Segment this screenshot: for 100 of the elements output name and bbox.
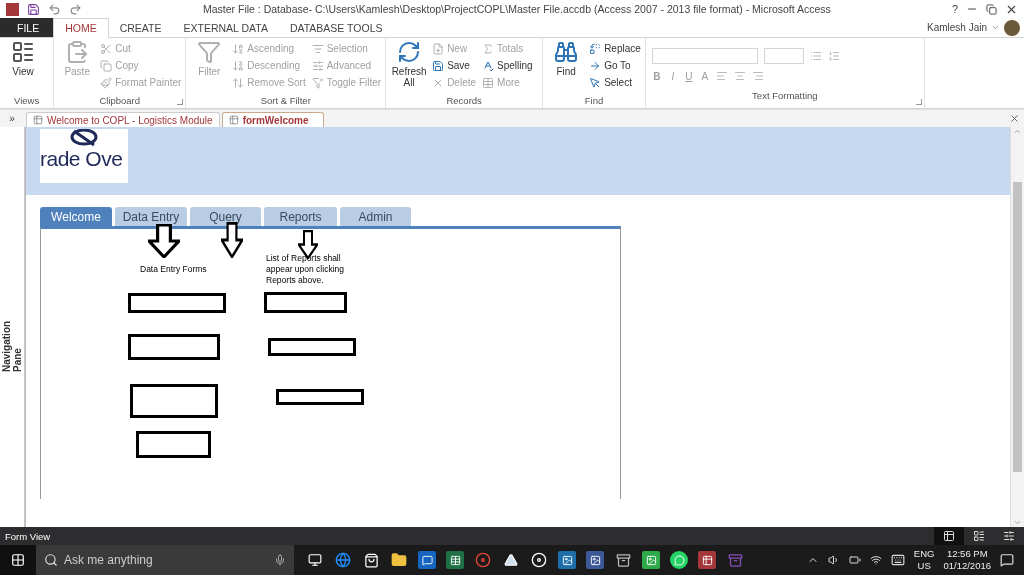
group-label: Sort & Filter [259,95,312,108]
replace-icon [589,42,602,55]
document-tab[interactable]: formWelcome [221,112,324,127]
user-name[interactable]: Kamlesh Jain [926,22,987,33]
scrollbar[interactable] [1010,127,1024,527]
ribbon-button[interactable]: Refresh All [390,40,429,95]
undo-icon[interactable] [48,2,61,16]
redo-icon[interactable] [69,2,82,16]
label: Data Entry Forms [140,264,207,275]
window-title: Master File : Database- C:\Users\Kamlesh\Desktop\ProjectCOPL\Master File.accdb (Access 2007 - 2013 file format) - Microsoft Access [202,3,832,15]
task-view-icon[interactable] [306,551,324,569]
ribbon-tab[interactable]: HOME [53,18,109,38]
form-icon [33,115,43,125]
binoculars-icon [554,40,579,64]
group-label: Text Formatting [751,90,819,103]
ribbon-button[interactable]: Spelling [482,57,533,74]
expand-pane-button[interactable]: » [0,113,24,124]
ribbon-button[interactable]: Go To [589,57,641,74]
clipboard-icon [65,40,90,64]
copy-icon [100,59,113,72]
scissors-icon [100,42,113,55]
navigation-pane[interactable]: Navigation Pane [0,127,25,527]
folder-icon[interactable] [390,551,408,569]
new-record-icon [432,42,445,55]
ribbon-tab[interactable]: DATABASE TOOLS [278,18,394,37]
language-indicator[interactable]: ENG US [913,548,935,572]
group-label: Views [14,95,40,108]
ribbon-button[interactable]: Find [547,40,586,95]
form-tab[interactable]: Welcome [40,207,112,226]
avatar[interactable] [1004,19,1020,36]
ring-app-icon[interactable] [530,551,548,569]
ribbon-tab[interactable]: EXTERNAL DATA [172,18,279,37]
group-label: Find [583,95,605,108]
form-view-icon[interactable] [943,530,955,542]
ribbon-button[interactable]: Replace [589,40,641,57]
arrow-right-icon [589,59,602,72]
round-browser-icon[interactable] [474,551,492,569]
form-tab[interactable]: Admin [340,207,411,226]
close-icon[interactable] [1009,113,1020,124]
funnel-icon [311,76,324,89]
search-field[interactable]: Ask me anything [36,545,294,575]
ribbon-tab[interactable]: CREATE [108,18,173,37]
pointer-icon [589,76,602,89]
form-tab[interactable]: Reports [264,207,337,226]
scroll-thumb[interactable] [1013,182,1022,472]
volume-icon[interactable] [827,554,840,566]
sigma-icon [482,42,495,55]
chat-app-icon[interactable] [670,551,688,569]
microphone-icon[interactable] [274,554,286,566]
down-arrow [148,224,180,258]
shopping-bag-icon[interactable] [362,551,380,569]
app-logo-icon[interactable] [6,2,19,16]
status-text: Form View [5,530,51,542]
windows-logo-icon [11,553,25,567]
remove-sort-icon [232,76,245,89]
font-name-field[interactable] [651,48,758,64]
group-label: Records [445,95,483,108]
keyboard-icon[interactable] [890,553,905,567]
start-button[interactable] [0,545,36,575]
layout-view-icon[interactable] [973,530,985,542]
ribbon-button[interactable]: Save [432,57,477,74]
triangle-app-icon[interactable] [502,551,520,569]
table-icon [482,76,495,89]
clock[interactable]: 12:56 PM 01/12/2016 [943,548,991,572]
sort-ascending-icon [232,42,245,55]
funnel-icon [197,40,222,64]
save-icon[interactable] [27,2,40,16]
spelling-icon [482,59,495,72]
ribbon-tab[interactable]: FILE [0,18,54,37]
search-icon [44,553,58,567]
ribbon-button[interactable]: Select [589,74,641,91]
document-tab[interactable]: Welcome to COPL - Logistics Module [26,112,220,127]
launcher-icon[interactable] [915,99,922,105]
form-tab[interactable]: Data Entry [115,207,187,226]
font-size-field[interactable] [763,48,804,64]
advanced-filter-icon [311,59,324,72]
archive-app-icon[interactable] [726,551,744,569]
save-icon [432,59,445,72]
form-icon [228,115,239,125]
table-view-icon [11,40,35,64]
notifications-icon[interactable] [1000,553,1014,567]
down-arrow [221,222,243,258]
design-view-icon[interactable] [1003,530,1015,542]
sort-descending-icon [232,59,245,72]
restore-icon[interactable] [986,3,997,15]
selection-filter-icon [311,42,324,55]
database-app-icon[interactable] [698,551,716,569]
ribbon-button[interactable]: View [4,40,42,95]
paintbrush-icon [100,76,113,89]
logo-text: rade Ove [40,148,124,170]
spreadsheet-app-icon[interactable] [446,551,464,569]
form-tab[interactable]: Query [190,207,261,226]
network-icon[interactable] [869,554,882,566]
group-label: Clipboard [98,95,142,108]
launcher-icon[interactable] [177,99,184,105]
browser-icon[interactable] [334,551,352,569]
help-button[interactable]: ? [951,3,958,15]
pane-label: Navigation Pane [1,319,23,372]
mail-app-icon[interactable] [418,551,436,569]
refresh-icon [397,40,422,64]
